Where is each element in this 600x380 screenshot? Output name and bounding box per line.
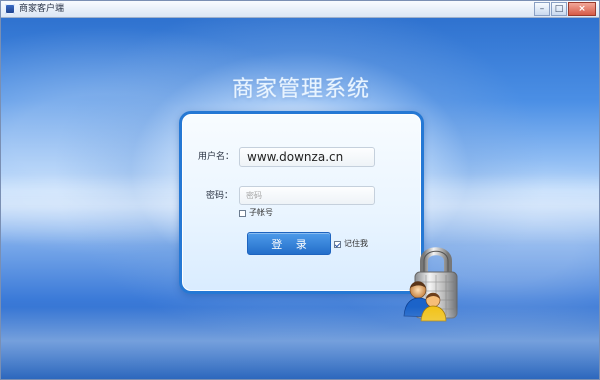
login-background: 商家管理系统 用户名： 密码： 子帐号 登 录 记住我 [1, 18, 599, 379]
maximize-button[interactable]: □ [551, 2, 567, 16]
remember-me-checkbox[interactable] [334, 240, 341, 248]
window-controls: – □ × [534, 2, 596, 16]
password-label: 密码： [206, 191, 234, 201]
lock-shackle [420, 247, 452, 278]
close-button[interactable]: × [568, 2, 596, 16]
login-window: 商家客户端 – □ × 商家管理系统 用户名： 密码： 子帐号 登 录 记住我 [0, 0, 600, 380]
login-button[interactable]: 登 录 [247, 232, 331, 255]
username-input[interactable] [239, 147, 375, 167]
subaccount-checkbox-row[interactable]: 子帐号 [239, 208, 273, 218]
app-icon [5, 4, 15, 14]
system-title: 商家管理系统 [231, 77, 370, 102]
window-titlebar[interactable]: 商家客户端 – □ × [1, 1, 599, 18]
username-label: 用户名： [198, 152, 235, 162]
subaccount-label: 子帐号 [249, 208, 273, 217]
minimize-button[interactable]: – [534, 2, 550, 16]
subaccount-checkbox[interactable] [239, 209, 246, 217]
login-panel: 用户名： 密码： 子帐号 登 录 记住我 [179, 111, 424, 294]
lock-users-icon [403, 247, 458, 322]
user-yellow-body [420, 305, 447, 322]
window-title: 商家客户端 [19, 4, 65, 14]
remember-me-row[interactable]: 记住我 [334, 239, 368, 249]
remember-me-label: 记住我 [344, 239, 368, 248]
password-input[interactable] [239, 186, 375, 205]
